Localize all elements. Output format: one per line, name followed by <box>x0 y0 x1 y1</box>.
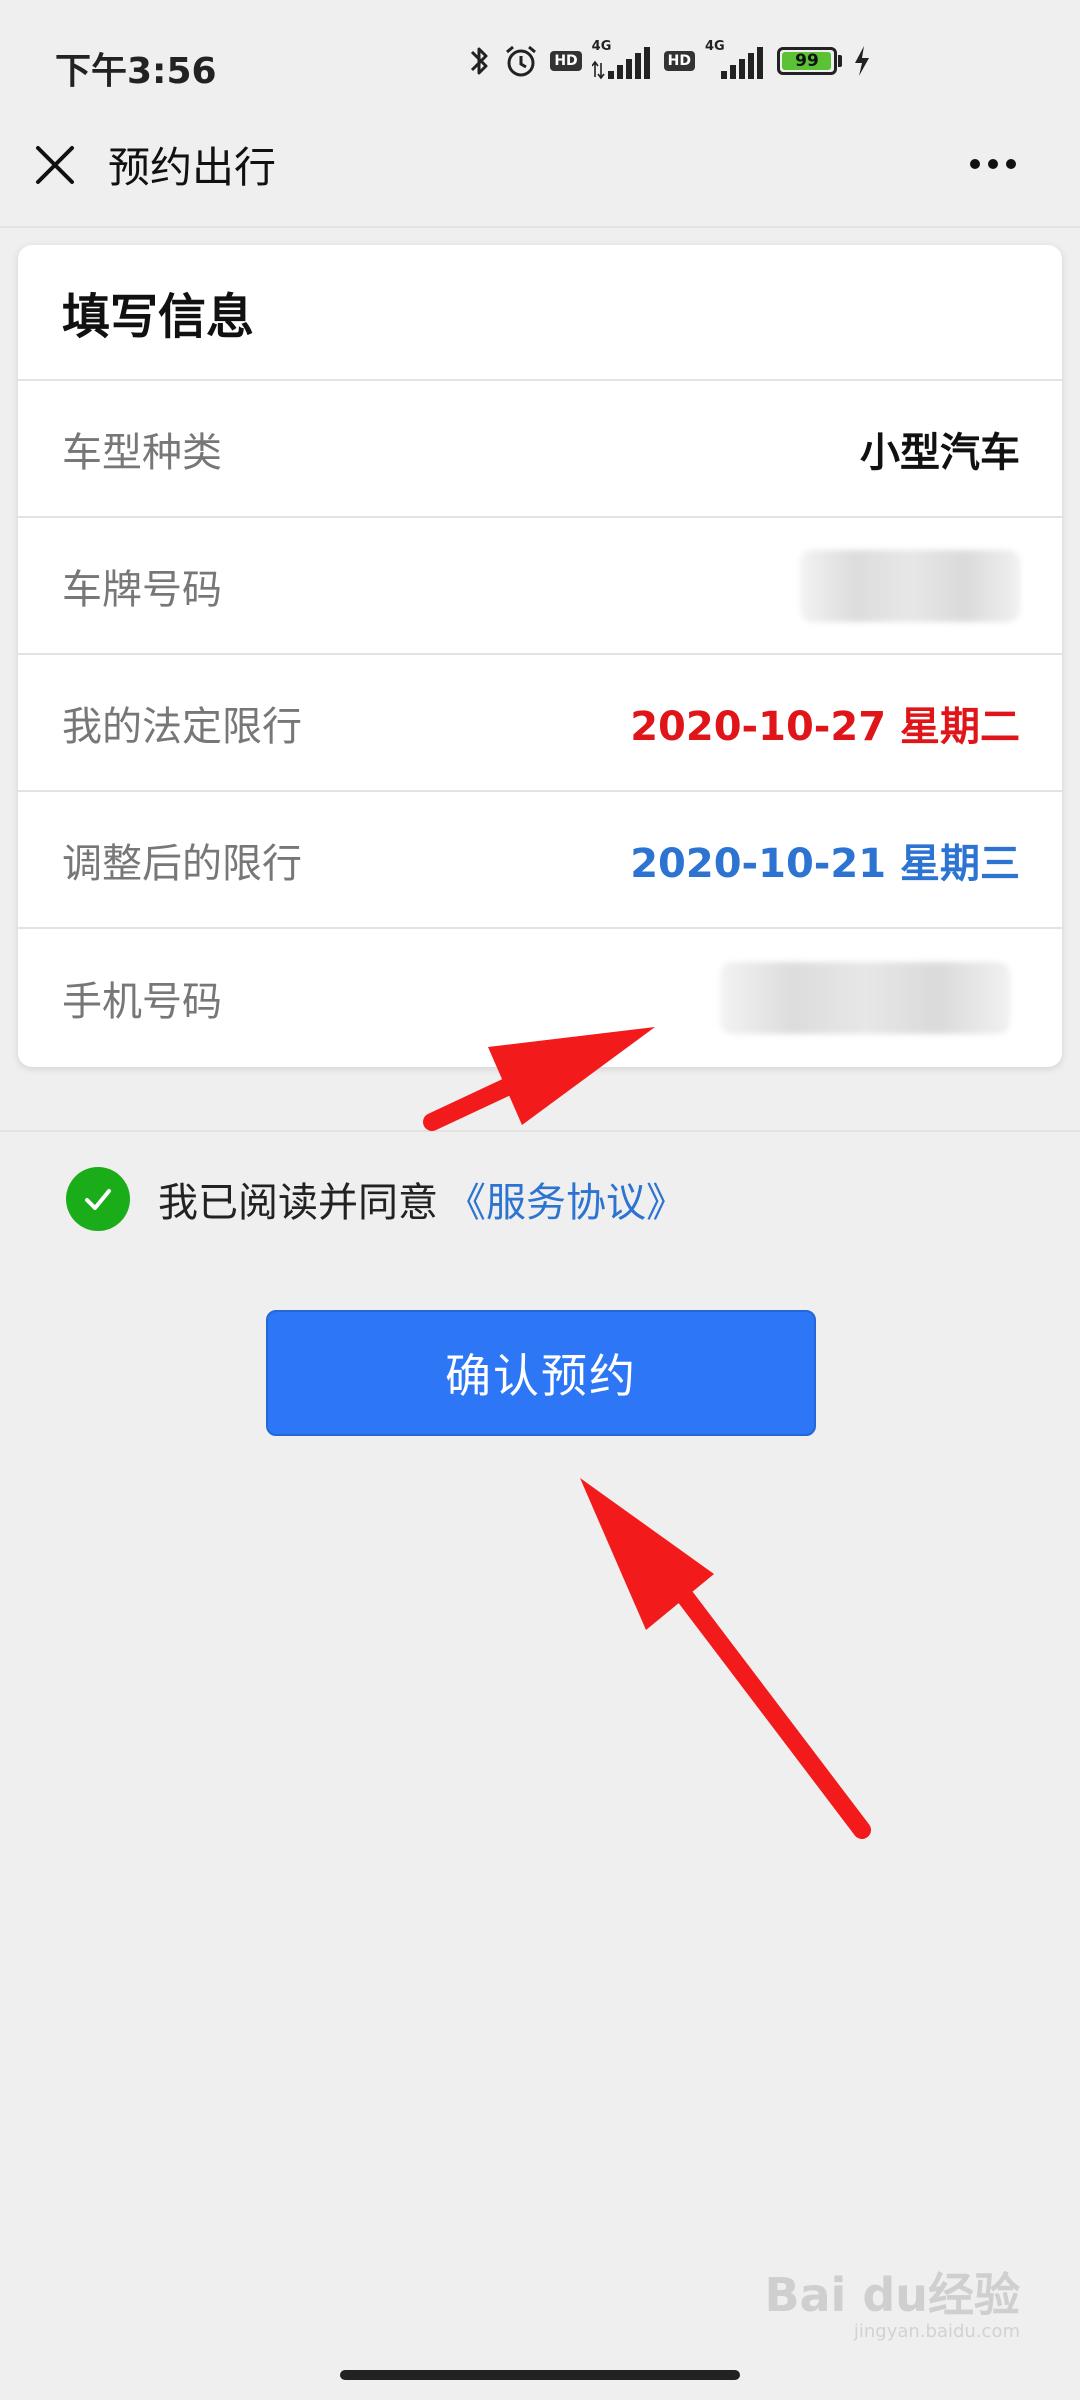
adjusted-restriction-value: 2020-10-21 星期三 <box>630 840 1020 887</box>
title-bar: 预约出行 <box>0 120 1080 226</box>
arrow-to-confirm-icon <box>580 1478 871 1839</box>
battery-icon: 99 <box>777 47 842 75</box>
title-divider <box>0 226 1080 228</box>
legal-restriction-value: 2020-10-27 星期二 <box>630 703 1020 750</box>
page-title: 预约出行 <box>108 143 277 192</box>
agreement-text: 我已阅读并同意 <box>158 1180 438 1226</box>
bluetooth-icon <box>468 42 492 80</box>
status-time: 下午3:56 <box>55 51 217 92</box>
legal-restriction-row: 我的法定限行 2020-10-27 星期二 <box>18 655 1062 792</box>
more-dot-icon <box>970 159 980 169</box>
info-card: 填写信息 车型种类 小型汽车 车牌号码 我的法定限行 2020-10-27 星期… <box>18 245 1062 1067</box>
charging-icon <box>852 44 872 78</box>
watermark-logo: Bai du经验 <box>764 2268 1020 2322</box>
more-button[interactable] <box>970 144 1040 184</box>
agreement-row: 我已阅读并同意 《服务协议》 <box>66 1164 686 1234</box>
watermark: Bai du经验 jingyan.baidu.com <box>764 2259 1020 2342</box>
service-agreement-link[interactable]: 《服务协议》 <box>446 1170 686 1228</box>
app-screen: 下午3:56 HD 4G HD 4G 99 预约出行 填写信息 车型种类 小型汽… <box>0 0 1080 2400</box>
legal-restriction-label: 我的法定限行 <box>62 703 302 750</box>
home-indicator[interactable] <box>340 2370 740 2380</box>
status-icons: HD 4G HD 4G 99 <box>468 39 872 82</box>
battery-tip <box>838 55 842 67</box>
cellular-signal-icon: 4G <box>591 39 654 81</box>
vehicle-type-value: 小型汽车 <box>860 429 1020 476</box>
adjusted-restriction-row: 调整后的限行 2020-10-21 星期三 <box>18 792 1062 929</box>
cellular-signal-icon-2: 4G <box>705 39 767 81</box>
agreement-checkbox[interactable] <box>66 1167 130 1231</box>
phone-number-blurred <box>720 961 1010 1034</box>
plate-number-row[interactable]: 车牌号码 <box>18 518 1062 655</box>
plate-number-blurred <box>800 549 1020 622</box>
vehicle-type-row[interactable]: 车型种类 小型汽车 <box>18 381 1062 518</box>
adjusted-restriction-label: 调整后的限行 <box>62 840 302 887</box>
status-bar: 下午3:56 HD 4G HD 4G 99 <box>0 0 1080 120</box>
close-button[interactable] <box>30 140 80 190</box>
card-title: 填写信息 <box>18 245 1062 381</box>
confirm-reservation-button[interactable]: 确认预约 <box>266 1310 816 1436</box>
phone-number-row[interactable]: 手机号码 <box>18 929 1062 1066</box>
close-icon <box>36 146 74 184</box>
hd-badge: HD <box>550 51 582 71</box>
section-divider <box>0 1130 1080 1132</box>
plate-number-label: 车牌号码 <box>62 566 222 613</box>
phone-number-label: 手机号码 <box>62 978 222 1025</box>
more-dot-icon <box>1006 159 1016 169</box>
check-icon <box>85 1189 111 1210</box>
alarm-icon <box>502 42 540 80</box>
vehicle-type-label: 车型种类 <box>62 429 222 476</box>
more-dot-icon <box>988 159 998 169</box>
hd-badge-2: HD <box>663 51 695 71</box>
battery-level: 99 <box>795 51 819 71</box>
battery-body: 99 <box>777 47 837 75</box>
